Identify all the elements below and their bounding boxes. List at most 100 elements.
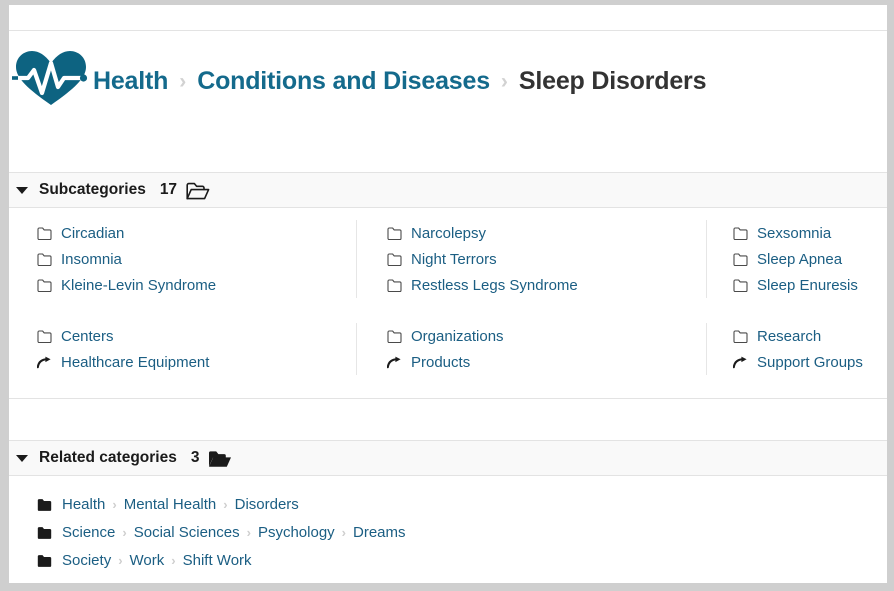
subcategory-column: Organizations Products — [356, 323, 706, 375]
path-separator-icon: › — [118, 552, 123, 568]
folder-outline-icon — [733, 278, 748, 292]
folder-outline-icon — [37, 329, 52, 343]
related-category-row: Science › Social Sciences › Psychology ›… — [37, 518, 887, 546]
subcategory-label: Sexsomnia — [757, 224, 832, 242]
related-category-path: Science › Social Sciences › Psychology ›… — [62, 524, 406, 541]
related-path-part[interactable]: Society — [62, 552, 111, 569]
subcategory-label: Organizations — [411, 327, 504, 345]
arrow-redirect-icon — [733, 356, 748, 369]
window-frame: Health › Conditions and Diseases › Sleep… — [0, 0, 894, 591]
subcategory-item-sleep-apnea[interactable]: Sleep Apnea — [733, 246, 887, 272]
folder-open-solid-icon — [208, 450, 232, 469]
heart-pulse-icon — [9, 47, 90, 109]
subcategory-item-insomnia[interactable]: Insomnia — [37, 246, 356, 272]
related-path-part[interactable]: Social Sciences — [134, 524, 240, 541]
folder-solid-icon — [37, 526, 52, 539]
folder-outline-icon — [733, 226, 748, 240]
subcategory-item-centers[interactable]: Centers — [37, 323, 356, 349]
subcategory-label: Insomnia — [61, 250, 122, 268]
path-separator-icon: › — [112, 496, 117, 512]
folder-outline-icon — [387, 252, 402, 266]
folder-outline-icon — [37, 252, 52, 266]
subcategory-label: Healthcare Equipment — [61, 353, 210, 371]
subcategory-label: Restless Legs Syndrome — [411, 276, 578, 294]
subcategory-item-circadian[interactable]: Circadian — [37, 220, 356, 246]
subcategory-label: Products — [411, 353, 471, 371]
subcategories-list: Circadian Insomnia Kleine-Levin Syndrome — [9, 209, 887, 399]
path-separator-icon: › — [246, 524, 251, 540]
folder-solid-icon — [37, 554, 52, 567]
subcategory-item-support-groups[interactable]: Support Groups — [733, 349, 887, 375]
path-separator-icon: › — [223, 496, 228, 512]
subcategory-group: Circadian Insomnia Kleine-Levin Syndrome — [9, 220, 887, 298]
subcategories-section-header[interactable]: Subcategories 17 — [9, 172, 887, 208]
subcategory-item-products[interactable]: Products — [387, 349, 706, 375]
subcategory-item-organizations[interactable]: Organizations — [387, 323, 706, 349]
folder-outline-icon — [37, 278, 52, 292]
subcategory-item-night-terrors[interactable]: Night Terrors — [387, 246, 706, 272]
subcategory-label: Circadian — [61, 224, 125, 242]
subcategory-item-restless-legs-syndrome[interactable]: Restless Legs Syndrome — [387, 272, 706, 298]
subcategory-column: Research Support Groups — [706, 323, 887, 375]
subcategory-column: Narcolepsy Night Terrors Restless Legs S… — [356, 220, 706, 298]
related-path-part[interactable]: Disorders — [235, 496, 299, 513]
subcategory-label: Centers — [61, 327, 114, 345]
related-path-part[interactable]: Dreams — [353, 524, 406, 541]
related-path-part[interactable]: Mental Health — [124, 496, 217, 513]
breadcrumb-item-sleep-disorders: Sleep Disorders — [518, 67, 707, 95]
subcategory-label: Sleep Enuresis — [757, 276, 858, 294]
folder-outline-icon — [37, 226, 52, 240]
breadcrumb: Health › Conditions and Diseases › Sleep… — [93, 67, 706, 96]
arrow-redirect-icon — [37, 356, 52, 369]
breadcrumb-item-conditions-and-diseases[interactable]: Conditions and Diseases — [197, 67, 490, 96]
subcategory-group: Centers Healthcare Equipment Organizatio… — [9, 323, 887, 375]
related-category-path: Society › Work › Shift Work — [62, 552, 252, 569]
related-categories-list: Health › Mental Health › Disorders Scien… — [9, 477, 887, 574]
folder-outline-icon — [387, 278, 402, 292]
folder-outline-icon — [733, 252, 748, 266]
breadcrumb-separator-icon: › — [500, 70, 508, 93]
folder-outline-icon — [387, 226, 402, 240]
related-category-path: Health › Mental Health › Disorders — [62, 496, 299, 513]
subcategory-item-healthcare-equipment[interactable]: Healthcare Equipment — [37, 349, 356, 375]
caret-down-icon[interactable] — [16, 454, 28, 462]
path-separator-icon: › — [122, 524, 127, 540]
subcategory-label: Research — [757, 327, 822, 345]
related-category-row: Health › Mental Health › Disorders — [37, 490, 887, 518]
subcategory-item-sexsomnia[interactable]: Sexsomnia — [733, 220, 887, 246]
related-path-part[interactable]: Shift Work — [183, 552, 252, 569]
subcategory-label: Sleep Apnea — [757, 250, 843, 268]
folder-outline-icon — [387, 329, 402, 343]
breadcrumb-separator-icon: › — [179, 70, 187, 93]
subcategory-item-research[interactable]: Research — [733, 323, 887, 349]
related-category-row: Society › Work › Shift Work — [37, 546, 887, 574]
related-path-part[interactable]: Work — [130, 552, 165, 569]
subcategories-count: 17 — [159, 181, 178, 198]
subcategories-title: Subcategories — [39, 181, 146, 198]
page-header: Health › Conditions and Diseases › Sleep… — [9, 31, 887, 158]
folder-outline-icon — [733, 329, 748, 343]
page-content: Health › Conditions and Diseases › Sleep… — [9, 5, 887, 583]
subcategory-label: Support Groups — [757, 353, 863, 371]
subcategory-column: Sexsomnia Sleep Apnea Sleep Enuresis — [706, 220, 887, 298]
related-categories-title: Related categories — [39, 449, 177, 466]
caret-down-icon[interactable] — [16, 186, 28, 194]
path-separator-icon: › — [171, 552, 176, 568]
subcategory-item-sleep-enuresis[interactable]: Sleep Enuresis — [733, 272, 887, 298]
subcategory-column: Centers Healthcare Equipment — [9, 323, 356, 375]
arrow-redirect-icon — [387, 356, 402, 369]
breadcrumb-item-health[interactable]: Health — [93, 67, 168, 96]
related-path-part[interactable]: Psychology — [258, 524, 335, 541]
related-categories-count: 3 — [190, 449, 200, 466]
subcategory-label: Night Terrors — [411, 250, 497, 268]
subcategory-label: Kleine-Levin Syndrome — [61, 276, 217, 294]
subcategory-item-kleine-levin-syndrome[interactable]: Kleine-Levin Syndrome — [37, 272, 356, 298]
path-separator-icon: › — [341, 524, 347, 540]
related-path-part[interactable]: Science — [62, 524, 115, 541]
folder-open-outline-icon — [186, 182, 210, 201]
subcategory-item-narcolepsy[interactable]: Narcolepsy — [387, 220, 706, 246]
subcategory-label: Narcolepsy — [411, 224, 487, 242]
subcategory-column: Circadian Insomnia Kleine-Levin Syndrome — [9, 220, 356, 298]
related-path-part[interactable]: Health — [62, 496, 105, 513]
related-categories-section-header[interactable]: Related categories 3 — [9, 440, 887, 476]
